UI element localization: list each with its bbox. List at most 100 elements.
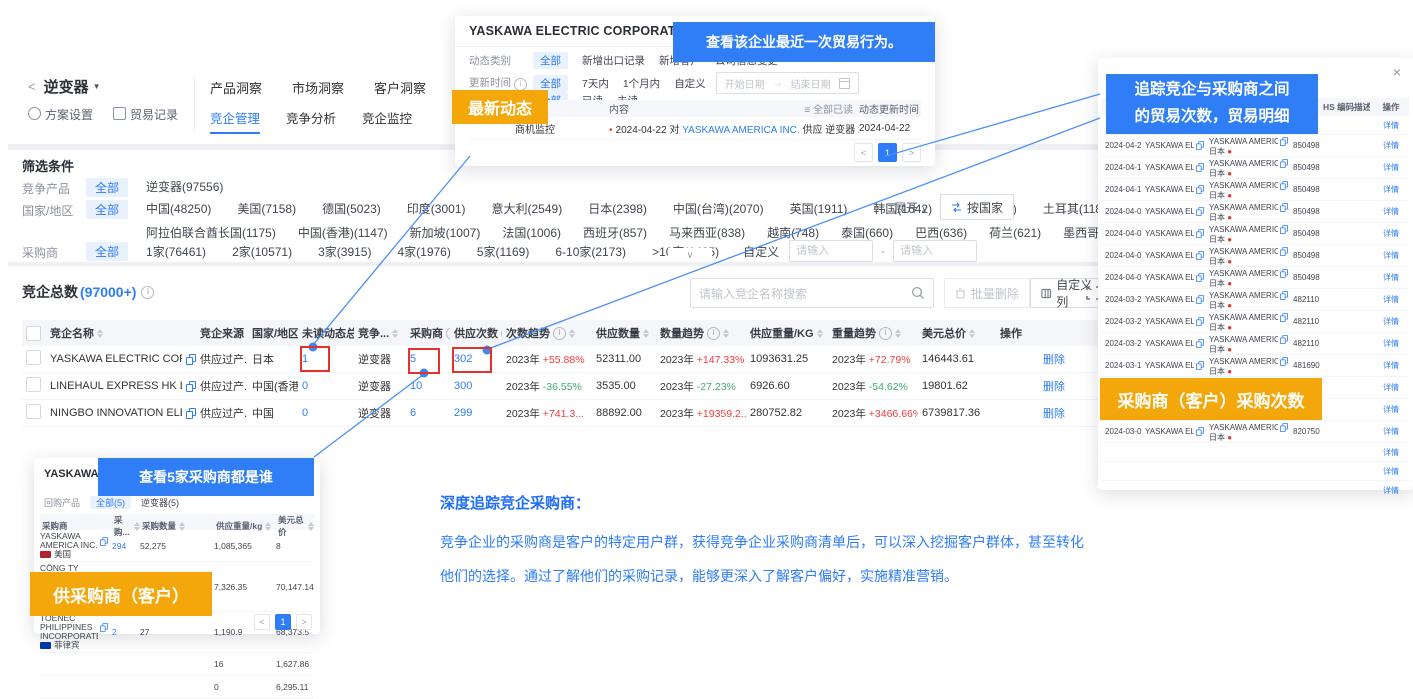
- company-link[interactable]: YASKAWA AMERICA INC.: [682, 125, 799, 136]
- detail-link[interactable]: 详情: [1383, 427, 1399, 436]
- tab[interactable]: 市场洞察: [292, 78, 344, 107]
- column-header[interactable]: 供应次数: [450, 325, 502, 341]
- buyer-min-input[interactable]: [789, 240, 873, 262]
- unread-count-link[interactable]: 0: [302, 407, 308, 419]
- detail-link[interactable]: 详情: [1383, 339, 1399, 348]
- column-header[interactable]: 数量趋势: [656, 325, 746, 341]
- subtab[interactable]: 竞企监控: [362, 108, 412, 134]
- filter-item[interactable]: 阿拉伯联合酋长国(1175): [146, 224, 276, 241]
- copy-icon[interactable]: [1196, 163, 1204, 172]
- copy-icon[interactable]: [1280, 269, 1288, 278]
- column-header[interactable]: 供应数量: [592, 325, 656, 341]
- detail-link[interactable]: 详情: [1383, 207, 1399, 216]
- delete-link[interactable]: 删除: [1043, 381, 1065, 393]
- purchase-count-link[interactable]: 294: [112, 541, 126, 551]
- page-title[interactable]: 逆变器: [44, 76, 89, 97]
- filter-item[interactable]: 意大利(2549): [492, 200, 563, 217]
- buyer-max-input[interactable]: [893, 240, 977, 262]
- copy-icon[interactable]: [1196, 229, 1204, 238]
- filter-chip[interactable]: 全部: [533, 52, 568, 69]
- date-range-input[interactable]: 开始日期→结束日期: [716, 72, 859, 94]
- subtab[interactable]: 竞企管理: [210, 108, 260, 134]
- plan-settings-button[interactable]: 方案设置: [28, 106, 93, 123]
- detail-link[interactable]: 详情: [1383, 361, 1399, 370]
- filter-item[interactable]: 6-10家(2173): [555, 243, 626, 260]
- filter-item[interactable]: 5家(1169): [477, 243, 529, 260]
- filter-chip[interactable]: 7天内: [582, 76, 609, 91]
- filter-item[interactable]: 马来西亚(838): [669, 224, 745, 241]
- copy-icon[interactable]: [1196, 207, 1204, 216]
- filter-item[interactable]: 印度(3001): [407, 200, 466, 217]
- detail-link[interactable]: 详情: [1383, 185, 1399, 194]
- sort-icon[interactable]: [569, 326, 575, 341]
- filter-item[interactable]: 越南(748): [767, 224, 819, 241]
- page-1-button[interactable]: 1: [878, 143, 897, 162]
- delete-link[interactable]: 删除: [1043, 408, 1065, 420]
- prev-page-button[interactable]: <: [854, 143, 873, 162]
- collapse-notch[interactable]: ∨: [668, 248, 712, 262]
- copy-icon[interactable]: [1280, 423, 1288, 432]
- buyers-count-link[interactable]: 6: [410, 407, 416, 419]
- copy-icon[interactable]: [1280, 357, 1288, 366]
- detail-link[interactable]: 详情: [1383, 405, 1399, 414]
- next-page-button[interactable]: >: [296, 614, 312, 630]
- next-page-button[interactable]: >: [902, 143, 921, 162]
- mark-all-read-button[interactable]: ≡ 全部已读: [804, 101, 853, 116]
- row-checkbox[interactable]: [26, 350, 41, 365]
- filter-item[interactable]: 中国(台湾)(2070): [673, 200, 764, 217]
- column-header[interactable]: 次数趋势: [502, 325, 592, 341]
- tab[interactable]: 产品洞察: [210, 78, 262, 107]
- copy-icon[interactable]: [1196, 361, 1204, 370]
- detail-link[interactable]: 详情: [1383, 448, 1399, 457]
- delete-link[interactable]: 删除: [1043, 354, 1065, 366]
- filter-item[interactable]: 中国(香港)(1147): [298, 224, 388, 241]
- copy-icon[interactable]: [1280, 159, 1288, 168]
- filter-item[interactable]: 3家(3915): [318, 243, 371, 260]
- sort-icon[interactable]: [895, 326, 901, 341]
- prev-page-button[interactable]: <: [254, 614, 270, 630]
- competitor-search-input[interactable]: 请输入竞企名称搜索: [690, 278, 934, 308]
- filter-item[interactable]: 2家(10571): [232, 243, 292, 260]
- copy-icon[interactable]: [186, 408, 196, 419]
- filter-item[interactable]: 4家(1976): [397, 243, 450, 260]
- sort-icon[interactable]: [723, 326, 729, 341]
- chevron-down-icon[interactable]: ▼: [93, 82, 101, 91]
- filter-item[interactable]: 美国(7158): [237, 200, 296, 217]
- column-header[interactable]: 竞争...: [354, 325, 406, 341]
- copy-icon[interactable]: [1280, 203, 1288, 212]
- column-header[interactable]: 竞企名称: [46, 325, 196, 341]
- filter-all-chip[interactable]: 全部: [86, 178, 128, 197]
- filter-item[interactable]: 中国(48250): [146, 200, 211, 217]
- filter-item[interactable]: 西班牙(857): [583, 224, 647, 241]
- filter-chip[interactable]: 自定义: [674, 76, 706, 91]
- detail-link[interactable]: 详情: [1383, 121, 1399, 130]
- copy-icon[interactable]: [1280, 181, 1288, 190]
- sort-icon[interactable]: [643, 326, 649, 341]
- copy-icon[interactable]: [1196, 273, 1204, 282]
- tab[interactable]: 客户洞察: [374, 78, 426, 107]
- filter-chip[interactable]: 全部: [533, 75, 568, 92]
- filter-all-chip[interactable]: 全部: [86, 200, 128, 219]
- filter-chip[interactable]: 新增出口记录: [582, 53, 645, 68]
- filter-item[interactable]: 逆变器(5): [141, 496, 179, 509]
- buyers-count-link[interactable]: 10: [410, 380, 422, 392]
- filter-chip[interactable]: 1个月内: [623, 76, 660, 91]
- copy-icon[interactable]: [186, 381, 196, 392]
- copy-icon[interactable]: [1280, 313, 1288, 322]
- competitor-name[interactable]: LINEHAUL EXPRESS HK LTD: [50, 380, 182, 392]
- filter-item[interactable]: 法国(1006): [502, 224, 561, 241]
- detail-link[interactable]: 详情: [1383, 251, 1399, 260]
- detail-link[interactable]: 详情: [1383, 229, 1399, 238]
- column-header[interactable]: 国家/地区: [248, 325, 298, 341]
- copy-icon[interactable]: [1280, 137, 1288, 146]
- detail-link[interactable]: 详情: [1383, 273, 1399, 282]
- unread-count-link[interactable]: 0: [302, 380, 308, 392]
- subtab[interactable]: 竞争分析: [286, 108, 336, 134]
- copy-icon[interactable]: [1196, 185, 1204, 194]
- copy-icon[interactable]: [100, 623, 108, 632]
- detail-link[interactable]: 详情: [1383, 486, 1399, 495]
- copy-icon[interactable]: [1196, 317, 1204, 326]
- column-header[interactable]: 采购商: [406, 325, 450, 341]
- sort-icon[interactable]: [392, 326, 398, 341]
- copy-icon[interactable]: [1196, 141, 1204, 150]
